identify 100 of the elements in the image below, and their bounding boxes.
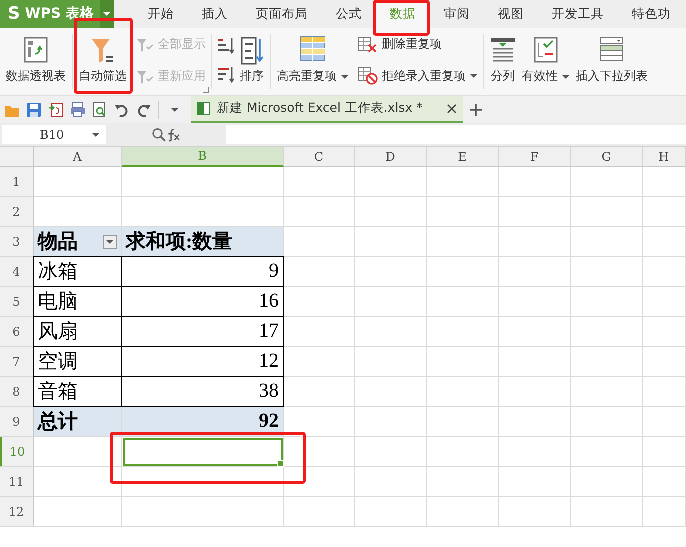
- grid-cell: [499, 317, 571, 347]
- filter-dropdown-button[interactable]: [103, 234, 117, 248]
- row-header[interactable]: 7: [0, 347, 34, 377]
- grid-cell: [284, 347, 355, 377]
- grid-cell: [571, 227, 643, 257]
- grid-cell: [427, 317, 499, 347]
- ribbon-tab[interactable]: 公式: [322, 0, 376, 28]
- column-header[interactable]: F: [499, 147, 571, 167]
- grid-cell: [571, 407, 643, 437]
- close-icon[interactable]: [446, 104, 457, 114]
- fill-handle[interactable]: [277, 460, 284, 467]
- grid-cell: [643, 467, 686, 497]
- row-header[interactable]: 10: [0, 437, 34, 467]
- grid-cell: [571, 347, 643, 377]
- row-header[interactable]: 8: [0, 377, 34, 407]
- print-icon[interactable]: [70, 102, 86, 118]
- dialog-launcher-icon[interactable]: [203, 87, 209, 93]
- name-box[interactable]: B10: [2, 125, 106, 144]
- column-header[interactable]: H: [643, 147, 686, 167]
- grid-cell: [571, 197, 643, 227]
- sort-ascending-icon[interactable]: [217, 36, 235, 56]
- ribbon-button[interactable]: 拒绝录入重复项: [358, 67, 478, 85]
- grid-cell: [427, 407, 499, 437]
- table-cell: 9: [121, 256, 284, 287]
- new-tab-icon[interactable]: [468, 102, 483, 116]
- split-column-icon: [490, 36, 516, 64]
- grid-cell: [643, 197, 686, 227]
- filter-icon: [136, 68, 154, 84]
- column-header[interactable]: G: [571, 147, 643, 167]
- grid-cell: [643, 257, 686, 287]
- ribbon-tab[interactable]: 特色功: [618, 0, 685, 28]
- grid-cell: [499, 167, 571, 197]
- grid-cell: [499, 197, 571, 227]
- grid-cell: [355, 467, 427, 497]
- grid-cell: [571, 317, 643, 347]
- ribbon-button[interactable]: 删除重复项: [358, 36, 478, 53]
- grid-cell: [571, 377, 643, 407]
- ribbon-tab[interactable]: 审阅: [430, 0, 484, 28]
- zoom-icon[interactable]: [152, 126, 166, 142]
- ribbon-tab[interactable]: 开始: [134, 0, 188, 28]
- grid-cell: [355, 227, 427, 257]
- grid-cell: [284, 257, 355, 287]
- grid-cell: [355, 317, 427, 347]
- grid-cell: [284, 407, 355, 437]
- print-preview-icon[interactable]: [92, 102, 108, 118]
- row-header[interactable]: 2: [0, 197, 34, 227]
- ribbon-button[interactable]: 有效性: [519, 34, 573, 89]
- validation-icon: [533, 36, 559, 64]
- column-header[interactable]: C: [284, 147, 355, 167]
- sort-descending-icon[interactable]: [217, 65, 235, 85]
- grid-cell: [355, 167, 427, 197]
- grid-cell: [571, 167, 643, 197]
- ribbon-button[interactable]: 自动筛选: [76, 34, 130, 89]
- grid-cell: [355, 437, 427, 467]
- filter-icon: [136, 36, 154, 52]
- pivot-header-cell: 求和项:数量: [122, 227, 284, 257]
- row-header[interactable]: 11: [0, 467, 34, 497]
- ribbon-tab[interactable]: 开发工具: [538, 0, 618, 28]
- grid-cell: [284, 287, 355, 317]
- ribbon-button[interactable]: 插入下拉列表: [573, 34, 651, 89]
- grid-cell: [284, 497, 355, 527]
- row-header[interactable]: 5: [0, 287, 34, 317]
- row-header[interactable]: 1: [0, 167, 34, 197]
- dropdown-list-icon: [599, 36, 625, 64]
- grid-cell: [643, 437, 686, 467]
- grid-cell: [355, 347, 427, 377]
- row-header[interactable]: 3: [0, 227, 34, 257]
- grid-cell: [284, 167, 355, 197]
- ribbon-button[interactable]: 分列: [487, 34, 519, 89]
- grid-cell: [284, 467, 355, 497]
- ribbon-button[interactable]: 数据透视表: [3, 34, 69, 89]
- ribbon-tab[interactable]: 插入: [188, 0, 242, 28]
- ribbon-button[interactable]: 高亮重复项: [274, 34, 352, 89]
- document-tab[interactable]: 新建 Microsoft Excel 工作表.xlsx *: [191, 96, 463, 123]
- ribbon-tab[interactable]: 视图: [484, 0, 538, 28]
- grid-cell: [427, 347, 499, 377]
- row-header[interactable]: 6: [0, 317, 34, 347]
- grid-cell: [427, 437, 499, 467]
- grid-cell: [499, 377, 571, 407]
- row-header[interactable]: 9: [0, 407, 34, 437]
- grid-cell: [427, 287, 499, 317]
- row-header[interactable]: 4: [0, 257, 34, 287]
- grid-cell: [427, 197, 499, 227]
- column-header[interactable]: A: [34, 147, 122, 167]
- grid-cell: [571, 257, 643, 287]
- save-icon[interactable]: [26, 102, 42, 118]
- grid-cell: [499, 467, 571, 497]
- export-icon[interactable]: [48, 102, 64, 118]
- grid-cell: [355, 287, 427, 317]
- ribbon-button[interactable]: 排序: [237, 34, 267, 89]
- column-header[interactable]: E: [427, 147, 499, 167]
- grid-cell: [427, 377, 499, 407]
- grid-cell: [427, 167, 499, 197]
- total-cell: 92: [122, 407, 284, 437]
- function-icon[interactable]: [166, 126, 182, 142]
- ribbon-tab[interactable]: 页面布局: [242, 0, 322, 28]
- row-header[interactable]: 12: [0, 497, 34, 527]
- grid-cell: [499, 407, 571, 437]
- column-header[interactable]: D: [355, 147, 427, 167]
- grid-cell: [499, 257, 571, 287]
